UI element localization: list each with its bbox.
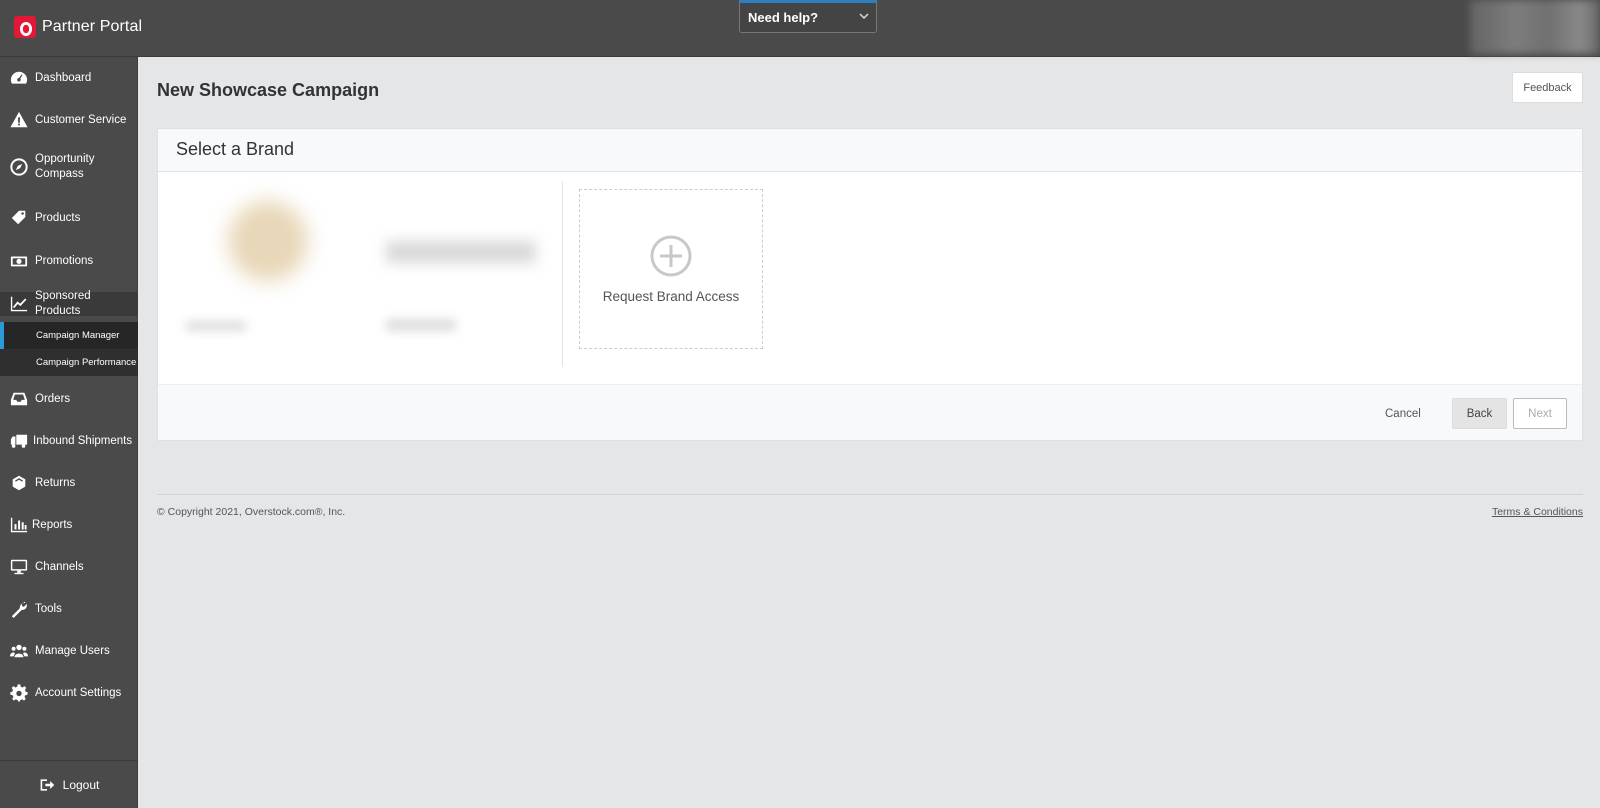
compass-icon: [9, 158, 29, 176]
plus-circle-icon: [650, 235, 692, 277]
warning-icon: [9, 111, 29, 129]
brand-card[interactable]: [166, 181, 563, 367]
returns-icon: [9, 474, 29, 492]
sidebar-item-channels[interactable]: Channels: [0, 555, 138, 579]
sidebar-subitem-label: Campaign Performance: [36, 357, 137, 368]
need-help-label: Need help?: [748, 10, 819, 25]
sidebar-item-returns[interactable]: Returns: [0, 471, 138, 495]
panel-footer: Cancel Back Next: [158, 384, 1582, 440]
sidebar-item-tools[interactable]: Tools: [0, 597, 138, 621]
top-bar: Partner Portal Need help?: [0, 0, 1600, 57]
inbox-icon: [9, 390, 29, 408]
sidebar-item-products[interactable]: Products: [0, 206, 138, 230]
copyright-text: © Copyright 2021, Overstock.com®, Inc.: [157, 506, 346, 518]
sidebar-item-sponsored-products[interactable]: Sponsored Products: [0, 290, 138, 317]
sidebar-item-label: Account Settings: [35, 686, 122, 699]
gear-icon: [9, 684, 29, 702]
logout-button[interactable]: Logout: [0, 760, 138, 808]
sidebar: Dashboard Customer Service Opportunity C…: [0, 57, 138, 808]
truck-icon: [9, 432, 29, 450]
users-icon: [9, 642, 29, 660]
request-brand-access-label: Request Brand Access: [602, 289, 740, 304]
page-title: New Showcase Campaign: [157, 80, 380, 100]
sidebar-subitem-campaign-performance[interactable]: Campaign Performance: [0, 349, 138, 376]
chart-line-icon: [9, 295, 29, 313]
app-logo[interactable]: Partner Portal: [14, 16, 142, 38]
chevron-down-icon: [859, 13, 869, 20]
sidebar-item-manage-users[interactable]: Manage Users: [0, 639, 138, 663]
app-title: Partner Portal: [42, 18, 143, 35]
brand-card-border: [166, 181, 563, 367]
sidebar-item-label: Dashboard: [35, 71, 92, 84]
cancel-button[interactable]: Cancel: [1375, 399, 1431, 429]
sidebar-item-orders[interactable]: Orders: [0, 387, 138, 411]
sidebar-item-label: Returns: [35, 476, 76, 489]
dashboard-icon: [9, 69, 29, 87]
footer-divider: [157, 494, 1583, 495]
sidebar-item-label: Opportunity Compass: [35, 153, 95, 180]
sidebar-item-label: Customer Service: [35, 113, 127, 126]
sidebar-item-dashboard[interactable]: Dashboard: [0, 66, 138, 90]
terms-link[interactable]: Terms & Conditions: [1492, 506, 1583, 518]
sidebar-subitem-label: Campaign Manager: [36, 330, 120, 341]
sidebar-item-customer-service[interactable]: Customer Service: [0, 108, 138, 132]
sidebar-item-label: Sponsored Products: [35, 290, 91, 317]
sidebar-item-label: Promotions: [35, 254, 94, 267]
sidebar-item-label: Channels: [35, 560, 84, 573]
bar-chart-icon: [9, 516, 29, 534]
sidebar-item-label: Inbound Shipments: [33, 434, 133, 447]
sign-out-icon: [40, 778, 54, 791]
sidebar-item-account-settings[interactable]: Account Settings: [0, 681, 138, 705]
tag-icon: [9, 209, 29, 227]
back-button[interactable]: Back: [1452, 398, 1507, 429]
sidebar-item-label: Products: [35, 211, 81, 224]
monitor-icon: [9, 558, 29, 576]
overstock-logo-icon: [14, 16, 36, 38]
sidebar-item-label: Orders: [35, 392, 71, 405]
sidebar-item-label: Tools: [35, 602, 62, 615]
wrench-icon: [9, 600, 29, 618]
sidebar-subitem-campaign-manager[interactable]: Campaign Manager: [0, 322, 138, 349]
logout-label: Logout: [62, 777, 100, 792]
sidebar-item-promotions[interactable]: Promotions: [0, 249, 138, 273]
sidebar-item-reports[interactable]: Reports: [0, 513, 138, 537]
money-icon: [9, 252, 29, 270]
sidebar-item-opportunity-compass[interactable]: Opportunity Compass: [0, 151, 138, 183]
select-brand-panel: Select a Brand Request Brand Access Canc…: [157, 128, 1583, 441]
sidebar-item-label: Reports: [32, 518, 73, 531]
user-menu[interactable]: [1470, 0, 1600, 54]
panel-title: Select a Brand: [158, 129, 1582, 172]
next-button[interactable]: Next: [1513, 398, 1567, 429]
sidebar-item-inbound-shipments[interactable]: Inbound Shipments: [0, 429, 138, 453]
request-brand-access-card[interactable]: Request Brand Access: [579, 189, 763, 349]
need-help-dropdown[interactable]: Need help?: [739, 0, 877, 33]
sidebar-item-label: Manage Users: [35, 644, 110, 657]
feedback-button[interactable]: Feedback: [1512, 72, 1583, 103]
